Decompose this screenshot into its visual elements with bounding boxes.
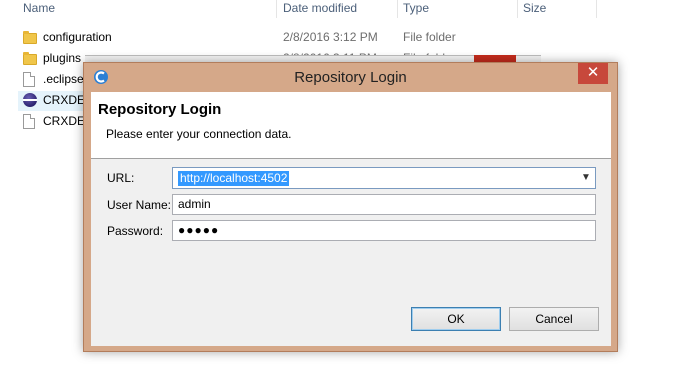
eclipse-icon — [23, 93, 37, 107]
column-separator — [596, 0, 597, 18]
file-name: CRXDE. — [43, 93, 89, 107]
file-name: plugins — [43, 51, 82, 65]
column-header-date-modified[interactable]: Date modified — [278, 0, 357, 18]
chevron-down-icon[interactable]: ▼ — [580, 171, 592, 185]
password-label: Password: — [107, 224, 164, 238]
folder-icon — [23, 31, 37, 44]
repository-login-dialog: Repository Login ✕ Repository Login Plea… — [83, 62, 618, 352]
column-header-type[interactable]: Type — [398, 0, 429, 18]
title-bar[interactable]: Repository Login ✕ — [84, 63, 617, 91]
file-name: configuration — [43, 30, 112, 44]
column-separator — [276, 0, 277, 18]
banner-description: Please enter your connection data. — [106, 127, 292, 141]
url-label: URL: — [107, 171, 135, 185]
document-icon — [23, 114, 35, 129]
column-header-name[interactable]: Name — [18, 0, 55, 18]
file-type: File folder — [403, 30, 456, 44]
password-mask: ●●●●● — [178, 223, 220, 237]
folder-icon — [23, 52, 37, 65]
close-button[interactable]: ✕ — [578, 63, 608, 84]
password-field[interactable]: ●●●●● — [172, 220, 596, 241]
ok-button[interactable]: OK — [411, 307, 501, 331]
column-header-size[interactable]: Size — [518, 0, 546, 18]
background-window-edge — [85, 55, 541, 62]
file-row-configuration[interactable]: configuration 2/8/2016 3:12 PM File fold… — [18, 28, 618, 48]
file-date: 2/8/2016 3:12 PM — [283, 30, 378, 44]
file-name: .eclipse — [43, 72, 84, 86]
username-field[interactable]: admin — [172, 194, 596, 215]
background-window-close — [474, 55, 516, 62]
document-icon — [23, 72, 35, 87]
window-title: Repository Login — [294, 69, 407, 86]
url-combobox[interactable]: http://localhost:4502 ▼ — [172, 167, 596, 189]
url-value: http://localhost:4502 — [178, 171, 290, 186]
file-name: CRXDE. — [43, 114, 89, 128]
dialog-banner: Repository Login Please enter your conne… — [91, 92, 611, 159]
username-label: User Name: — [107, 198, 172, 212]
banner-title: Repository Login — [98, 101, 222, 118]
dialog-content: Repository Login Please enter your conne… — [91, 92, 611, 346]
cancel-button[interactable]: Cancel — [509, 307, 599, 331]
